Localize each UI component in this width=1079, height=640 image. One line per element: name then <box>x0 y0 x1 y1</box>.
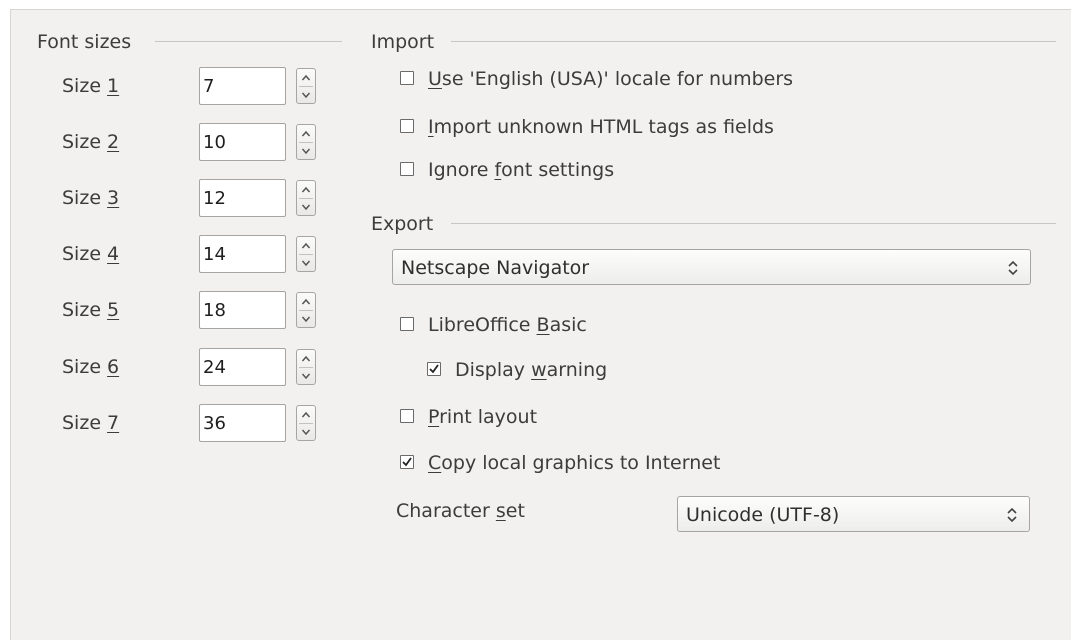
import-section-title: Import <box>371 31 435 53</box>
font-size-row: Size 6 24 <box>0 348 330 386</box>
spin-up-down-icon[interactable] <box>296 405 316 441</box>
copy-local-graphics-label: Copy local graphics to Internet <box>428 452 721 474</box>
font-size-value: 12 <box>203 188 226 209</box>
font-size-row: Size 2 10 <box>0 123 330 161</box>
font-size-value: 24 <box>203 357 226 378</box>
font-size-label: Size 7 <box>62 412 120 434</box>
spin-up-down-icon[interactable] <box>296 124 316 160</box>
checkbox-box[interactable] <box>400 455 414 469</box>
chevron-down-icon <box>301 148 311 154</box>
spin-up-icon[interactable] <box>297 350 315 367</box>
font-size-value: 36 <box>203 413 226 434</box>
spin-up-icon[interactable] <box>297 125 315 142</box>
spin-up-icon[interactable] <box>297 237 315 254</box>
chevron-down-icon <box>301 429 311 435</box>
font-size-value: 18 <box>203 300 226 321</box>
font-size-row: Size 7 36 <box>0 404 330 442</box>
font-sizes-separator <box>155 41 342 42</box>
ignore-font-settings-label: Ignore font settings <box>428 159 615 181</box>
spin-up-icon[interactable] <box>297 69 315 86</box>
font-size-label: Size 6 <box>62 356 120 378</box>
up-down-chevron-icon <box>1007 507 1017 523</box>
chevron-up-icon <box>301 130 311 136</box>
print-layout-label: Print layout <box>428 406 538 428</box>
use-english-locale-label: Use 'English (USA)' locale for numbers <box>428 68 794 90</box>
spin-up-down-icon[interactable] <box>296 349 316 385</box>
spin-down-icon[interactable] <box>297 86 315 103</box>
font-size-label: Size 3 <box>62 187 120 209</box>
export-separator <box>451 223 1056 224</box>
chevron-up-icon <box>301 411 311 417</box>
spin-up-down-icon[interactable] <box>296 236 316 272</box>
chevron-down-icon <box>301 316 311 322</box>
font-size-value: 7 <box>203 76 215 97</box>
libreoffice-basic-label: LibreOffice Basic <box>428 314 587 336</box>
spin-down-icon[interactable] <box>297 254 315 271</box>
chevron-down-icon <box>301 92 311 98</box>
copy-local-graphics-checkbox[interactable]: Copy local graphics to Internet <box>400 452 850 474</box>
chevron-up-icon <box>301 242 311 248</box>
font-size-input[interactable]: 14 <box>199 235 286 273</box>
use-english-locale-checkbox[interactable]: Use 'English (USA)' locale for numbers <box>400 68 850 90</box>
font-size-row: Size 3 12 <box>0 179 330 217</box>
chevron-down-icon <box>301 260 311 266</box>
font-size-row: Size 5 18 <box>0 291 330 329</box>
font-size-value: 14 <box>203 244 226 265</box>
checkbox-box[interactable] <box>400 409 414 423</box>
checkbox-box[interactable] <box>400 317 414 331</box>
spin-down-icon[interactable] <box>297 142 315 159</box>
chevron-up-icon <box>301 298 311 304</box>
display-warning-label: Display warning <box>455 359 608 381</box>
font-size-input[interactable]: 24 <box>199 348 286 386</box>
export-browser-selected-value: Netscape Navigator <box>401 257 590 279</box>
libreoffice-basic-checkbox[interactable]: LibreOffice Basic <box>400 314 850 336</box>
checkmark-icon <box>429 364 439 374</box>
spin-down-icon[interactable] <box>297 423 315 440</box>
spin-down-icon[interactable] <box>297 198 315 215</box>
font-size-input[interactable]: 10 <box>199 123 286 161</box>
chevron-down-icon <box>301 373 311 379</box>
font-size-input[interactable]: 12 <box>199 179 286 217</box>
import-unknown-tags-checkbox[interactable]: Import unknown HTML tags as fields <box>400 116 850 138</box>
character-set-label: Character set <box>396 500 525 522</box>
chevron-up-icon <box>301 74 311 80</box>
checkbox-box[interactable] <box>400 162 414 176</box>
import-separator <box>451 41 1056 42</box>
font-size-label: Size 5 <box>62 299 120 321</box>
checkbox-box[interactable] <box>427 362 441 376</box>
up-down-chevron-icon <box>1008 260 1018 276</box>
spin-up-down-icon[interactable] <box>296 68 316 104</box>
font-size-row: Size 4 14 <box>0 235 330 273</box>
chevron-up-icon <box>301 355 311 361</box>
spin-up-down-icon[interactable] <box>296 292 316 328</box>
spin-up-icon[interactable] <box>297 181 315 198</box>
display-warning-checkbox[interactable]: Display warning <box>427 359 877 381</box>
checkbox-box[interactable] <box>400 119 414 133</box>
spin-down-icon[interactable] <box>297 310 315 327</box>
font-size-label: Size 1 <box>62 75 120 97</box>
spin-up-icon[interactable] <box>297 293 315 310</box>
chevron-up-icon <box>301 186 311 192</box>
font-size-input[interactable]: 18 <box>199 291 286 329</box>
import-unknown-tags-label: Import unknown HTML tags as fields <box>428 116 774 138</box>
checkbox-box[interactable] <box>400 71 414 85</box>
spin-up-icon[interactable] <box>297 406 315 423</box>
export-section-title: Export <box>371 213 434 235</box>
character-set-selected-value: Unicode (UTF-8) <box>686 504 840 526</box>
font-size-label: Size 2 <box>62 131 120 153</box>
spin-down-icon[interactable] <box>297 367 315 384</box>
font-sizes-section-title: Font sizes <box>37 31 132 53</box>
font-size-value: 10 <box>203 132 226 153</box>
spin-up-down-icon[interactable] <box>296 180 316 216</box>
font-size-input[interactable]: 36 <box>199 404 286 442</box>
print-layout-checkbox[interactable]: Print layout <box>400 406 850 428</box>
chevron-down-icon <box>301 204 311 210</box>
font-size-row: Size 1 7 <box>0 67 330 105</box>
ignore-font-settings-checkbox[interactable]: Ignore font settings <box>400 159 850 181</box>
character-set-dropdown[interactable]: Unicode (UTF-8) <box>677 496 1030 532</box>
checkmark-icon <box>402 457 412 467</box>
font-size-label: Size 4 <box>62 243 120 265</box>
export-browser-dropdown[interactable]: Netscape Navigator <box>392 249 1031 285</box>
font-size-input[interactable]: 7 <box>199 67 286 105</box>
